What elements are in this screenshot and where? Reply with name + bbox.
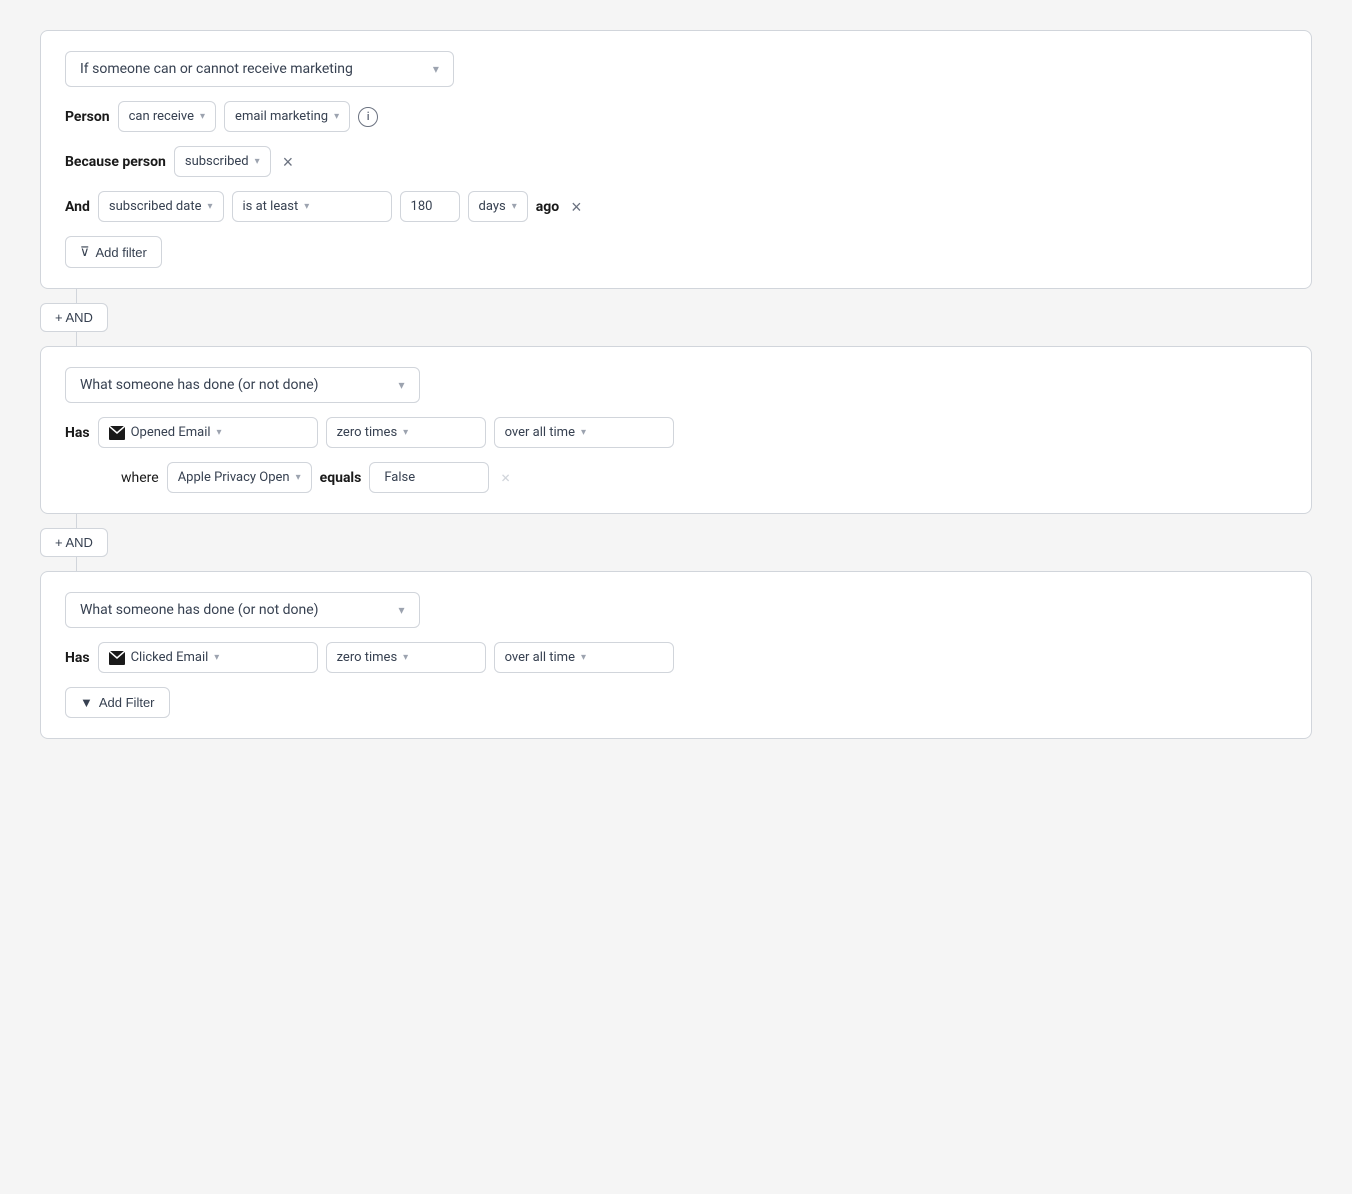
clicked-email-dropdown[interactable]: Clicked Email ▾ xyxy=(98,642,318,673)
time-dropdown-2[interactable]: over all time ▾ xyxy=(494,417,674,448)
condition-block-2: What someone has done (or not done) ▾ Ha… xyxy=(40,346,1312,514)
main-condition-label-2: What someone has done (or not done) xyxy=(80,377,319,393)
chevron-icon-frequency-3: ▾ xyxy=(403,652,408,663)
chevron-icon-apple-privacy: ▾ xyxy=(296,472,301,483)
has-label-3: Has xyxy=(65,650,90,666)
days-dropdown[interactable]: days ▾ xyxy=(468,191,528,222)
where-row: where Apple Privacy Open ▾ equals False … xyxy=(65,462,1287,493)
add-filter-button-3[interactable]: ▼ Add Filter xyxy=(65,687,170,718)
remove-because-button[interactable]: × xyxy=(279,151,298,173)
and-line-top-1 xyxy=(76,289,77,303)
is-at-least-dropdown[interactable]: is at least ▾ xyxy=(232,191,392,222)
main-condition-dropdown-2[interactable]: What someone has done (or not done) ▾ xyxy=(65,367,420,403)
and-connector-2: + AND xyxy=(40,514,1312,571)
time-dropdown-3[interactable]: over all time ▾ xyxy=(494,642,674,673)
chevron-icon-time-2: ▾ xyxy=(581,427,586,438)
has-clicked-row: Has Clicked Email ▾ zero times ▾ over al… xyxy=(65,642,1287,673)
chevron-down-icon-1: ▾ xyxy=(433,62,439,76)
chevron-icon-opened-email: ▾ xyxy=(217,427,222,438)
chevron-down-icon-2: ▾ xyxy=(399,378,405,392)
person-label: Person xyxy=(65,109,110,125)
chevron-icon-subscribed-date: ▾ xyxy=(207,201,212,212)
has-opened-row: Has Opened Email ▾ zero times ▾ over all… xyxy=(65,417,1287,448)
equals-label: equals xyxy=(320,470,362,486)
email-marketing-dropdown[interactable]: email marketing ▾ xyxy=(224,101,350,132)
add-filter-button-1[interactable]: ⊽ Add filter xyxy=(65,236,162,268)
false-value-input[interactable]: False xyxy=(369,462,489,493)
days-value-input[interactable]: 180 xyxy=(400,191,460,222)
chevron-icon-time-3: ▾ xyxy=(581,652,586,663)
chevron-icon-clicked-email: ▾ xyxy=(214,652,219,663)
condition-block-3: What someone has done (or not done) ▾ Ha… xyxy=(40,571,1312,739)
chevron-down-icon-3: ▾ xyxy=(399,603,405,617)
person-row: Person can receive ▾ email marketing ▾ i xyxy=(65,101,1287,132)
subscribed-dropdown[interactable]: subscribed ▾ xyxy=(174,146,271,177)
email-icon-2 xyxy=(109,426,125,440)
chevron-icon-subscribed: ▾ xyxy=(255,156,260,167)
remove-where-button[interactable]: × xyxy=(497,466,514,489)
filter-icon-3: ▼ xyxy=(80,695,93,710)
email-icon-3 xyxy=(109,651,125,665)
because-label: Because person xyxy=(65,154,166,170)
filter-icon-1: ⊽ xyxy=(80,244,90,260)
and-line-bottom-1 xyxy=(76,332,77,346)
and-button-1[interactable]: + AND xyxy=(40,303,108,332)
and-line-top-2 xyxy=(76,514,77,528)
frequency-dropdown-3[interactable]: zero times ▾ xyxy=(326,642,486,673)
where-label: where xyxy=(121,470,159,486)
chevron-icon-is-at-least: ▾ xyxy=(304,201,309,212)
condition-block-1: If someone can or cannot receive marketi… xyxy=(40,30,1312,289)
info-icon[interactable]: i xyxy=(358,107,378,127)
chevron-icon-email-marketing: ▾ xyxy=(334,111,339,122)
main-condition-label-1: If someone can or cannot receive marketi… xyxy=(80,61,353,77)
subscribed-date-dropdown[interactable]: subscribed date ▾ xyxy=(98,191,224,222)
because-person-row: Because person subscribed ▾ × xyxy=(65,146,1287,177)
opened-email-dropdown[interactable]: Opened Email ▾ xyxy=(98,417,318,448)
chevron-icon-days: ▾ xyxy=(512,201,517,212)
and-label: And xyxy=(65,199,90,215)
has-label-2: Has xyxy=(65,425,90,441)
main-condition-dropdown-1[interactable]: If someone can or cannot receive marketi… xyxy=(65,51,454,87)
and-line-bottom-2 xyxy=(76,557,77,571)
chevron-icon-frequency-2: ▾ xyxy=(403,427,408,438)
apple-privacy-dropdown[interactable]: Apple Privacy Open ▾ xyxy=(167,462,312,493)
can-receive-dropdown[interactable]: can receive ▾ xyxy=(118,101,216,132)
subscribed-date-row: And subscribed date ▾ is at least ▾ 180 … xyxy=(65,191,1287,222)
main-condition-label-3: What someone has done (or not done) xyxy=(80,602,319,618)
chevron-icon-can-receive: ▾ xyxy=(200,111,205,122)
main-condition-dropdown-3[interactable]: What someone has done (or not done) ▾ xyxy=(65,592,420,628)
frequency-dropdown-2[interactable]: zero times ▾ xyxy=(326,417,486,448)
remove-date-filter-button[interactable]: × xyxy=(567,196,586,218)
ago-label: ago xyxy=(536,199,559,215)
and-button-2[interactable]: + AND xyxy=(40,528,108,557)
and-connector-1: + AND xyxy=(40,289,1312,346)
